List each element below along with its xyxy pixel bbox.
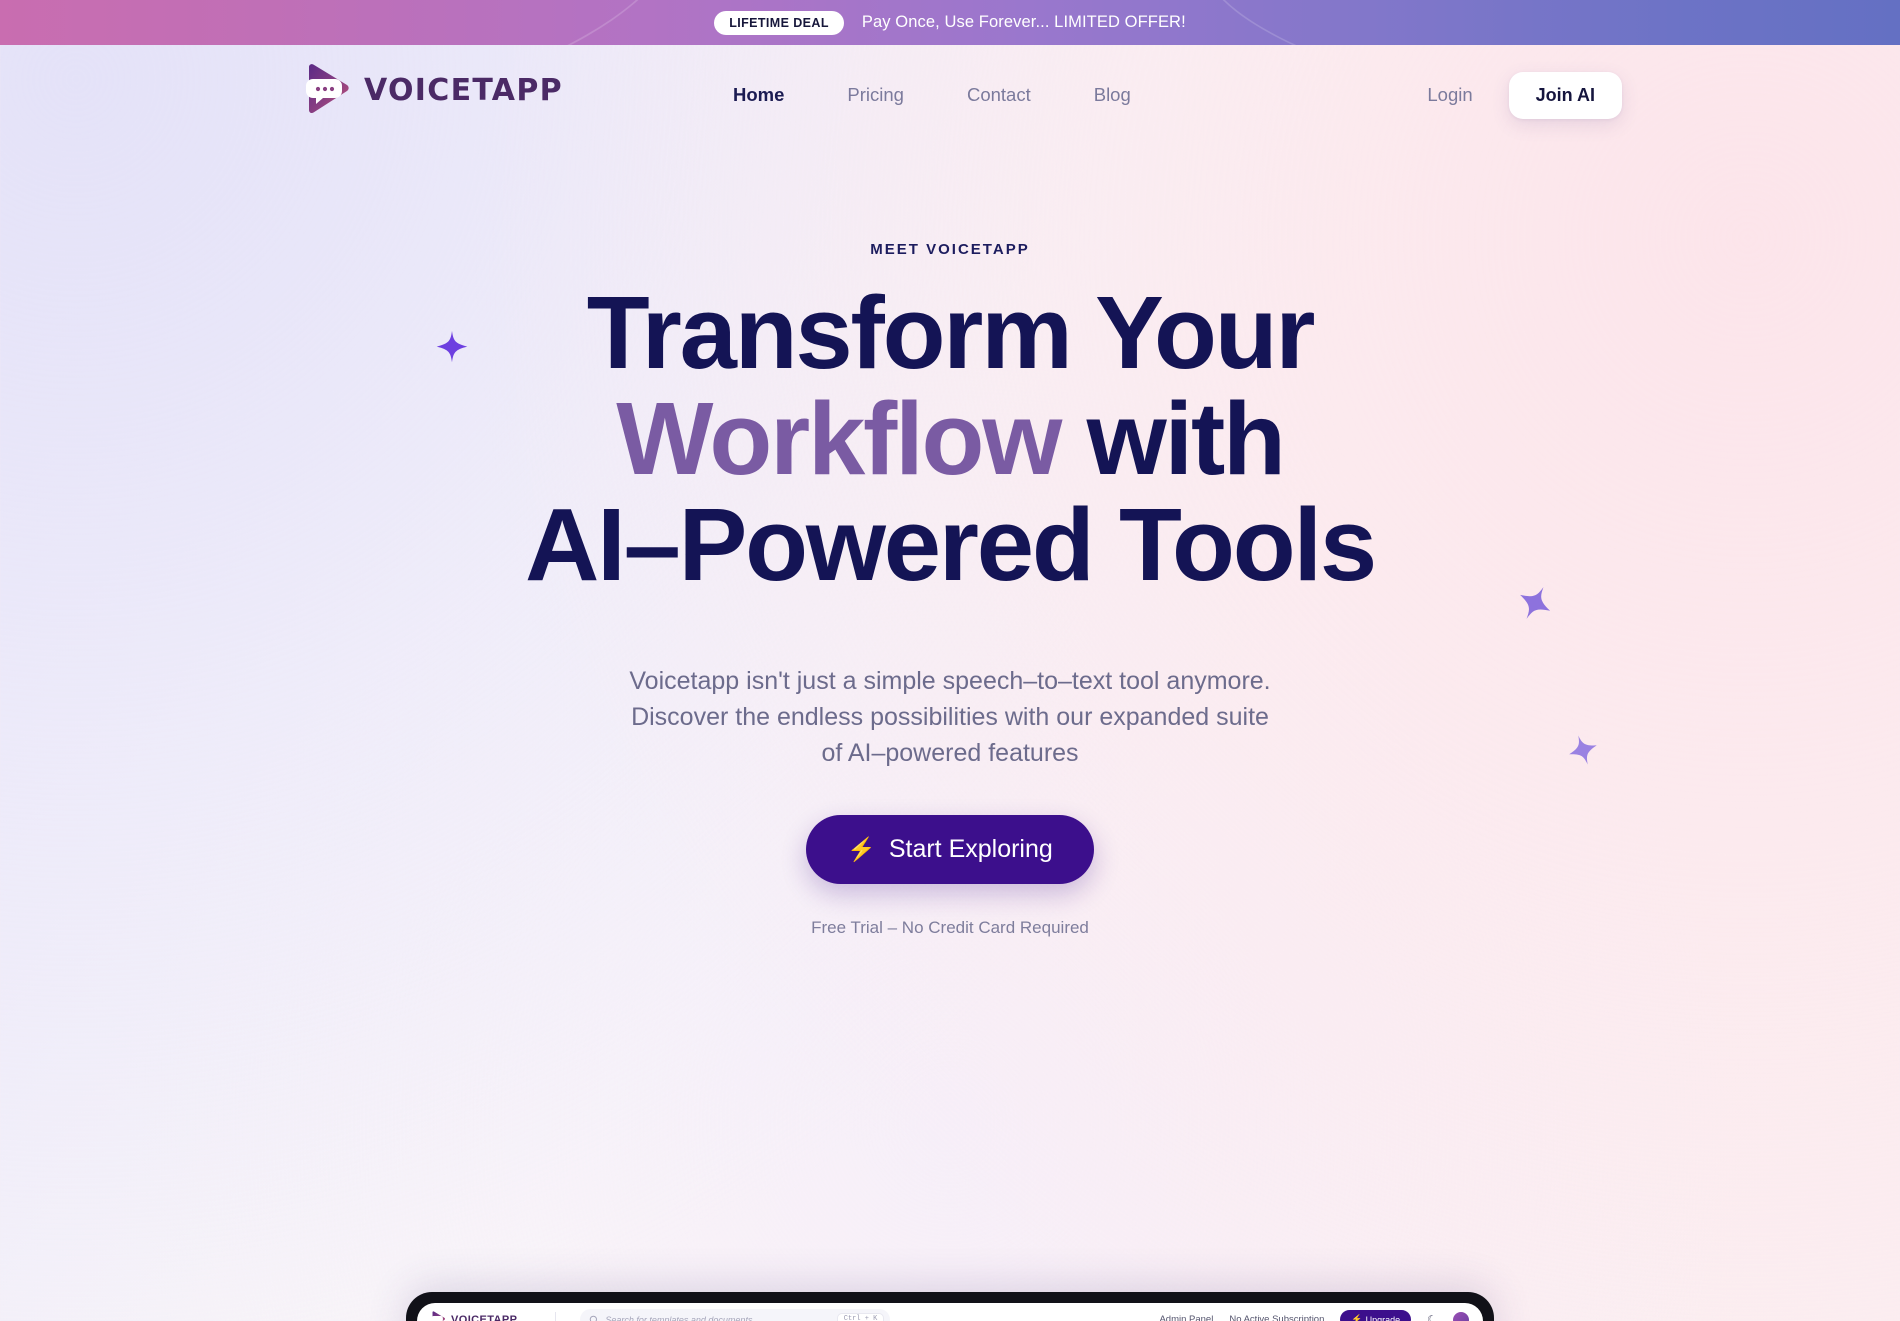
- dashboard-preview-device: VOICETAPP Search for templates and docum…: [406, 1292, 1494, 1321]
- promo-banner: LIFETIME DEAL Pay Once, Use Forever... L…: [0, 0, 1900, 45]
- headline-line-3: AI–Powered Tools: [524, 487, 1377, 603]
- headline-line-1: Transform Your: [586, 275, 1316, 390]
- hero-headline: Transform Your Workflow with AI–Powered …: [0, 275, 1900, 603]
- voicetapp-logo-icon: [431, 1311, 446, 1321]
- main-navigation: VOICETAPP Home Pricing Contact Blog Logi…: [0, 45, 1900, 145]
- nav-links: Home Pricing Contact Blog: [733, 45, 1131, 145]
- join-ai-button[interactable]: Join AI: [1508, 71, 1622, 119]
- subtitle-line-1: Voicetapp isn't just a simple speech–to–…: [629, 667, 1271, 696]
- nav-actions: Login Join AI: [1427, 45, 1622, 145]
- subtitle-line-2: Discover the endless possibilities with …: [631, 702, 1269, 731]
- nav-item-blog[interactable]: Blog: [1094, 84, 1131, 106]
- dashboard-search-input[interactable]: Search for templates and documents... Ct…: [580, 1309, 891, 1321]
- start-exploring-button[interactable]: ⚡ Start Exploring: [806, 815, 1094, 885]
- moon-icon[interactable]: ☾: [1427, 1313, 1437, 1321]
- subscription-status: No Active Subscription: [1229, 1314, 1325, 1321]
- upgrade-button[interactable]: ⚡ Upgrade: [1340, 1310, 1412, 1321]
- dashboard-preview-screen: VOICETAPP Search for templates and docum…: [417, 1303, 1483, 1321]
- dashboard-topbar: VOICETAPP Search for templates and docum…: [417, 1303, 1483, 1321]
- search-shortcut-badge: Ctrl + K: [836, 1312, 885, 1321]
- dashboard-brand-text: VOICETAPP: [451, 1313, 518, 1321]
- brand-logo[interactable]: VOICETAPP: [305, 63, 563, 117]
- hero-section: MEET VOICETAPP Transform Your Workflow w…: [0, 145, 1900, 938]
- lifetime-deal-badge: LIFETIME DEAL: [714, 10, 844, 35]
- dashboard-divider: [555, 1312, 557, 1321]
- nav-item-home[interactable]: Home: [733, 84, 784, 106]
- hero-cta-wrapper: ⚡ Start Exploring: [0, 815, 1900, 885]
- avatar[interactable]: [1453, 1311, 1469, 1321]
- brand-logo-text: VOICETAPP: [364, 72, 563, 108]
- bolt-icon: ⚡: [847, 836, 876, 863]
- nav-item-pricing[interactable]: Pricing: [847, 84, 904, 106]
- headline-accent-word: Workflow: [616, 381, 1062, 497]
- dashboard-brand-logo[interactable]: VOICETAPP: [431, 1311, 517, 1321]
- login-link[interactable]: Login: [1427, 84, 1472, 106]
- dashboard-topbar-actions: Admin Panel No Active Subscription ⚡ Upg…: [1159, 1310, 1469, 1321]
- start-exploring-label: Start Exploring: [888, 835, 1053, 864]
- search-icon: [590, 1315, 598, 1321]
- nav-item-contact[interactable]: Contact: [967, 84, 1031, 106]
- admin-panel-link[interactable]: Admin Panel: [1159, 1314, 1213, 1321]
- upgrade-label: Upgrade: [1365, 1314, 1401, 1321]
- voicetapp-logo-icon: [306, 64, 349, 114]
- hero-eyebrow: MEET VOICETAPP: [870, 241, 1030, 258]
- search-placeholder: Search for templates and documents...: [605, 1314, 760, 1321]
- headline-line-2: Workflow with: [0, 386, 1900, 492]
- banner-swoosh-decoration: [1189, 0, 1900, 45]
- free-trial-note: Free Trial – No Credit Card Required: [811, 918, 1089, 938]
- banner-swoosh-decoration: [0, 0, 697, 45]
- bolt-icon: ⚡: [1351, 1314, 1363, 1321]
- hero-subtitle: Voicetapp isn't just a simple speech–to–…: [0, 664, 1900, 771]
- headline-line-2-rest: with: [1060, 381, 1286, 497]
- promo-message: Pay Once, Use Forever... LIMITED OFFER!: [861, 13, 1186, 31]
- subtitle-line-3: of AI–powered features: [821, 738, 1079, 767]
